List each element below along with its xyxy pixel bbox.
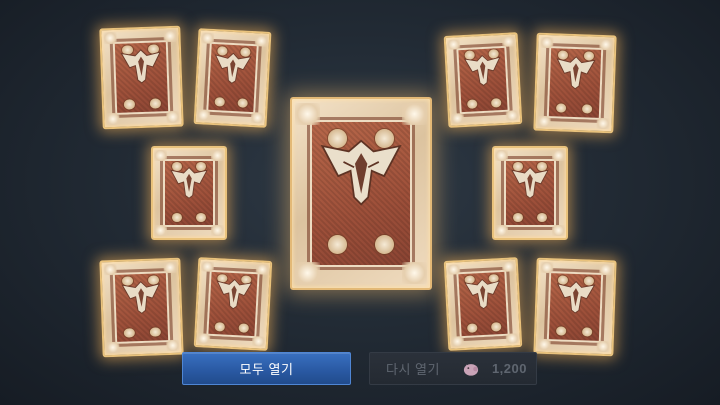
card-slot-8[interactable]: [492, 146, 568, 240]
winged-helm-crest-icon: [170, 167, 208, 199]
card-slot-4[interactable]: [99, 257, 184, 358]
winged-helm-crest-icon: [121, 280, 161, 314]
winged-helm-crest-icon: [556, 280, 596, 314]
card-slot-3[interactable]: [151, 146, 227, 240]
card-slot-1[interactable]: [99, 25, 184, 130]
card-slot-9[interactable]: [443, 257, 523, 351]
winged-helm-crest-icon: [556, 56, 596, 90]
reopen-button[interactable]: 다시 열기 1,200: [369, 352, 537, 385]
winged-helm-crest-icon: [120, 49, 161, 84]
card-slot-center[interactable]: [290, 97, 432, 290]
winged-helm-crest-icon: [463, 54, 501, 86]
reopen-cost: 1,200: [491, 361, 527, 376]
reopen-label: 다시 열기: [386, 362, 440, 377]
card-slot-6[interactable]: [443, 32, 523, 128]
winged-helm-crest-icon: [216, 279, 253, 310]
winged-helm-crest-icon: [463, 279, 500, 310]
pig-currency-icon: [463, 363, 479, 376]
winged-helm-crest-icon: [320, 139, 402, 206]
card-opening-scene: 모두 열기 다시 열기 1,200: [0, 0, 720, 405]
winged-helm-crest-icon: [215, 52, 253, 84]
open-all-button[interactable]: 모두 열기: [182, 352, 351, 385]
card-slot-10[interactable]: [533, 257, 617, 357]
winged-helm-crest-icon: [511, 167, 549, 199]
card-slot-7[interactable]: [533, 32, 617, 134]
open-all-label: 모두 열기: [239, 362, 294, 377]
card-slot-2[interactable]: [193, 28, 272, 128]
card-slot-5[interactable]: [193, 257, 273, 351]
